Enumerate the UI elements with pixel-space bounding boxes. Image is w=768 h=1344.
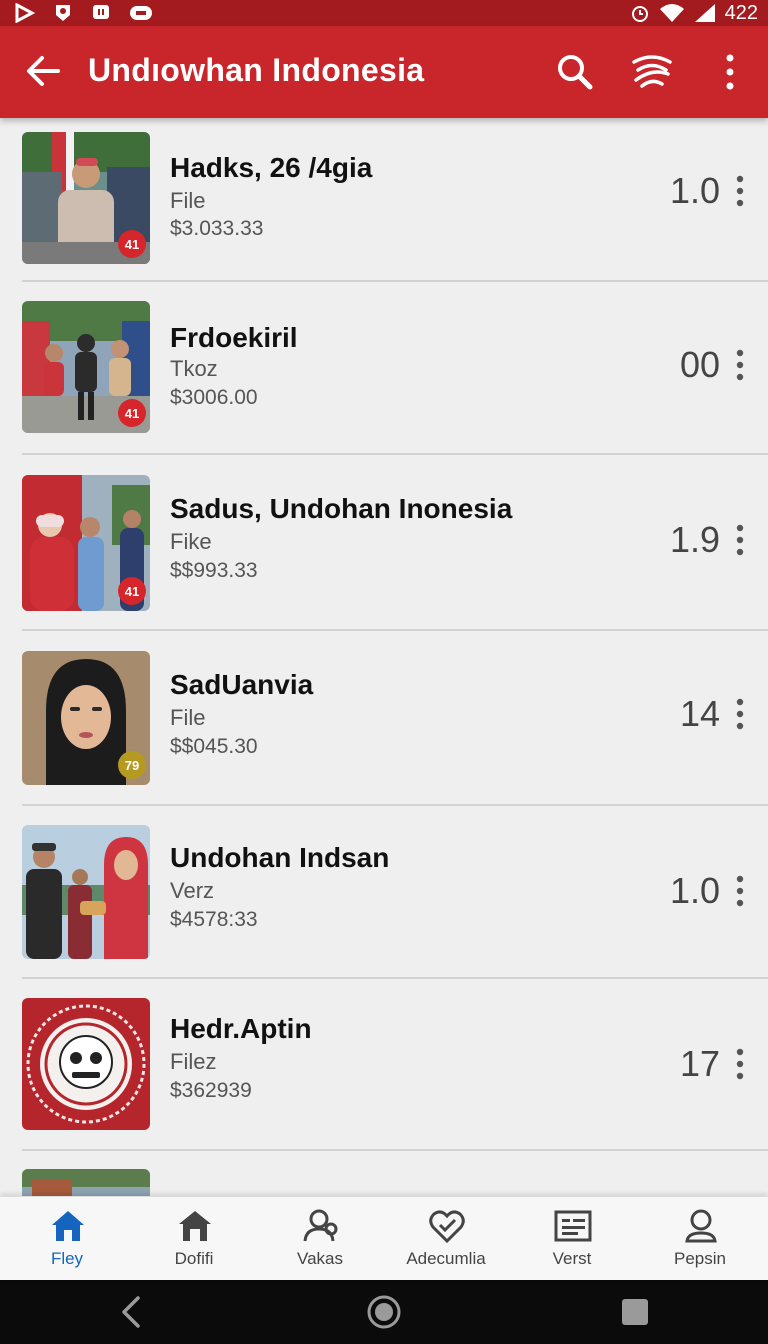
item-thumbnail [22,998,150,1130]
emblem-seal-icon [22,998,150,1130]
status-time: 422 [724,1,758,24]
item-price: $$993.33 [170,559,258,582]
person-icon [685,1209,717,1243]
more-vert-icon[interactable] [708,50,752,94]
item-subtitle: Filez [170,1049,217,1074]
nav-label: Fley [50,1249,84,1268]
item-badge: 41 [118,577,146,605]
item-subtitle: Tkoz [170,356,218,381]
item-thumbnail: 41 [22,132,150,264]
shield-icon [56,5,70,21]
nav-item-pepsin[interactable]: Pepsin [640,1197,760,1281]
item-more-icon[interactable] [730,523,750,557]
message-icon [93,5,109,19]
item-value: 1.0 [669,870,720,911]
item-badge: 41 [118,399,146,427]
play-store-icon [15,3,36,23]
item-price: $$045.30 [170,735,258,758]
status-bar: 422 [0,0,768,26]
nav-item-fley[interactable]: Fley [7,1197,127,1281]
status-right-icons: 422 [629,0,758,26]
status-left-icons [14,0,154,26]
item-title: SadUanvia [170,669,314,700]
list-item[interactable]: Hedr.Aptin Filez $362939 17 [0,979,768,1151]
item-title: Undohan Indsan [170,842,390,873]
list-item[interactable]: 79 SadUanvia File $$045.30 14 [0,631,768,806]
item-price: $3006.00 [170,386,258,409]
list-item[interactable]: 41 Hadks, 26 /4gia File $3.033.33 1.0 [0,118,768,282]
system-recents-icon[interactable] [617,1294,653,1330]
game-icon [130,6,152,20]
item-price: $3.033.33 [170,217,264,240]
people-icon [303,1209,338,1242]
nav-label: Verst [552,1249,592,1268]
nav-item-dofifi[interactable]: Dofifi [134,1197,254,1281]
item-thumbnail [22,825,150,959]
item-price: $362939 [170,1079,252,1102]
item-list: 41 Hadks, 26 /4gia File $3.033.33 1.0 41 [0,118,768,1196]
item-more-icon[interactable] [730,874,750,908]
item-subtitle: Fike [170,529,212,554]
item-price: $4578:33 [170,908,258,931]
wifi-icon [659,4,684,22]
item-title: Frdoekiril [170,322,298,353]
list-item[interactable]: 41 Sadus, Undohan Inonesia Fike $$993.33… [0,455,768,631]
item-thumbnail: 41 [22,301,150,433]
nav-item-vakas[interactable]: Vakas [260,1197,380,1281]
page-title: Undıowhan Indonesia [88,52,425,88]
app-bar: Undıowhan Indonesia [0,26,768,118]
item-badge: 41 [118,230,146,258]
store-icon [179,1211,211,1241]
nav-item-verst[interactable]: Verst [512,1197,632,1281]
item-value: 00 [679,344,720,385]
item-subtitle: File [170,705,206,730]
item-value: 14 [679,693,720,734]
list-card-icon [554,1210,592,1242]
system-navigation-bar [0,1280,768,1344]
search-icon[interactable] [553,50,597,94]
item-title: Hadks, 26 /4gia [170,152,373,183]
nav-item-adecumlia[interactable]: Adecumlia [386,1197,506,1281]
system-back-icon[interactable] [114,1294,150,1330]
item-more-icon[interactable] [730,348,750,382]
item-subtitle: File [170,188,206,213]
alarm-icon [631,6,648,22]
bottom-navigation: Fley Dofifi Vakas Adecumlia Verst Pepsin [0,1196,768,1280]
item-value: 17 [679,1043,720,1084]
nav-label: Pepsin [674,1249,726,1268]
wifi-icon[interactable] [630,50,674,94]
list-item[interactable]: Undohan Indsan Verz $4578:33 1.0 [0,806,768,979]
item-value: 1.9 [669,519,720,560]
item-title: Hedr.Aptin [170,1013,312,1044]
item-more-icon[interactable] [730,1047,750,1081]
item-title: Sadus, Undohan Inonesia [170,493,513,524]
badge-check-icon [429,1210,465,1244]
nav-label: Dofifi [174,1249,214,1268]
signal-icon [694,4,715,22]
nav-label: Vakas [297,1249,343,1268]
system-home-icon[interactable] [366,1294,402,1330]
item-thumbnail [22,1169,150,1196]
home-icon [52,1211,84,1241]
item-thumbnail: 41 [22,475,150,611]
item-more-icon[interactable] [730,697,750,731]
item-more-icon[interactable] [730,174,750,208]
list-item-partial[interactable] [0,1151,768,1196]
item-badge: 79 [118,751,146,779]
item-thumbnail: 79 [22,651,150,785]
item-subtitle: Verz [170,878,215,903]
list-item[interactable]: 41 Frdoekiril Tkoz $3006.00 00 [0,282,768,455]
photo-partial [22,1169,150,1196]
nav-label: Adecumlia [406,1249,486,1268]
back-arrow-icon[interactable] [22,50,64,92]
photo-handing-gift [22,825,150,959]
item-value: 1.0 [669,170,720,211]
